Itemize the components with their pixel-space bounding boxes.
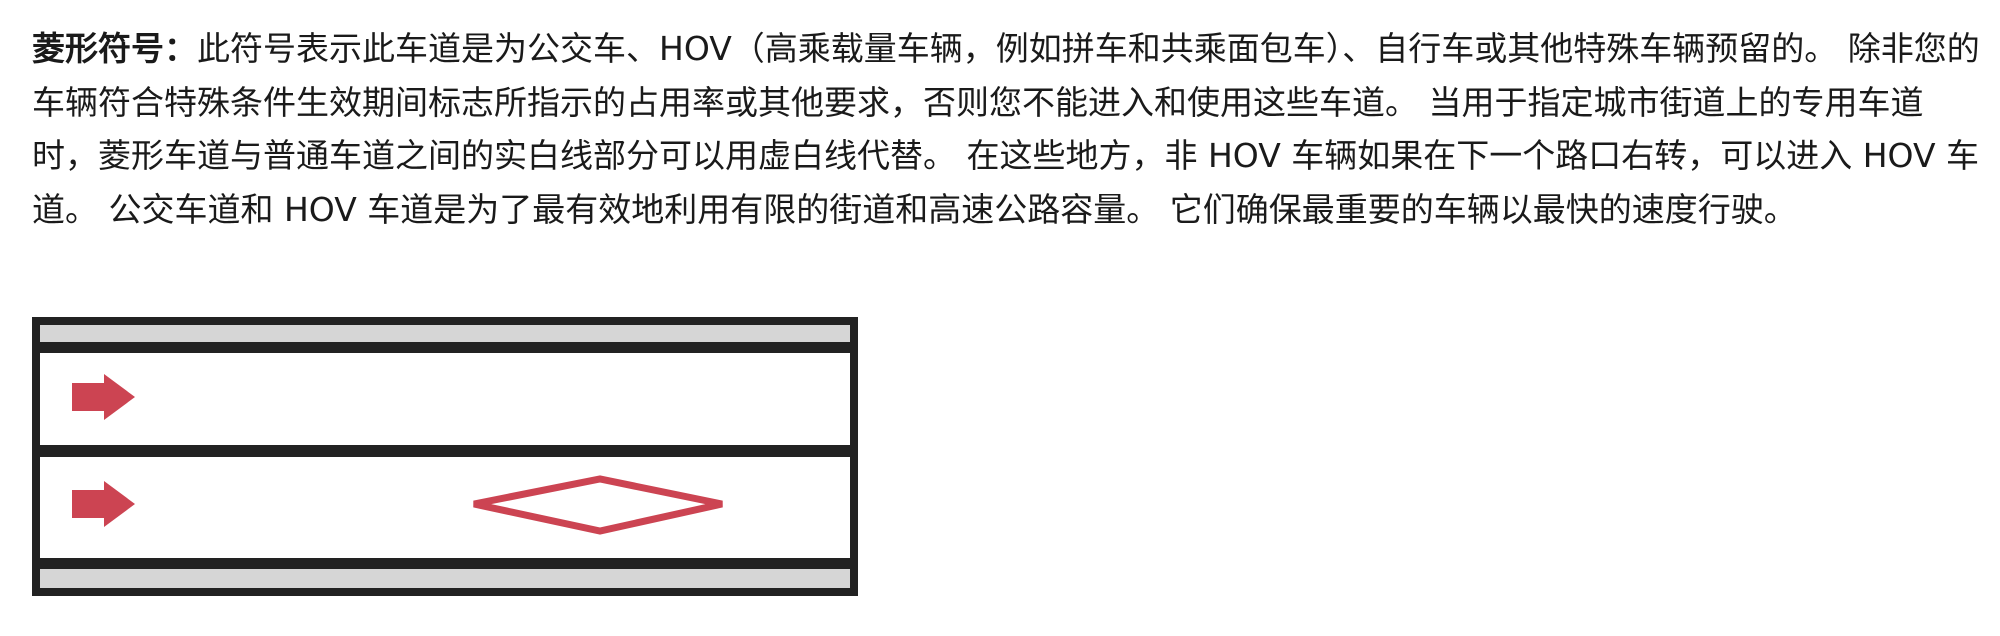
content: 菱形符号：此符号表示此车道是为公交车、HOV（高乘载量车辆，例如拼车和共乘面包车… bbox=[32, 22, 1984, 236]
shoulder-top bbox=[40, 325, 850, 342]
lane-2 bbox=[40, 457, 850, 558]
shoulder-bottom bbox=[40, 569, 850, 588]
definition-body: 此符号表示此车道是为公交车、HOV（高乘载量车辆，例如拼车和共乘面包车）、自行车… bbox=[32, 29, 1980, 229]
definition-term: 菱形符号： bbox=[32, 29, 197, 68]
lane-1 bbox=[40, 353, 850, 445]
diamond-lane-diagram bbox=[32, 317, 858, 596]
definition-paragraph: 菱形符号：此符号表示此车道是为公交车、HOV（高乘载量车辆，例如拼车和共乘面包车… bbox=[32, 22, 1984, 236]
